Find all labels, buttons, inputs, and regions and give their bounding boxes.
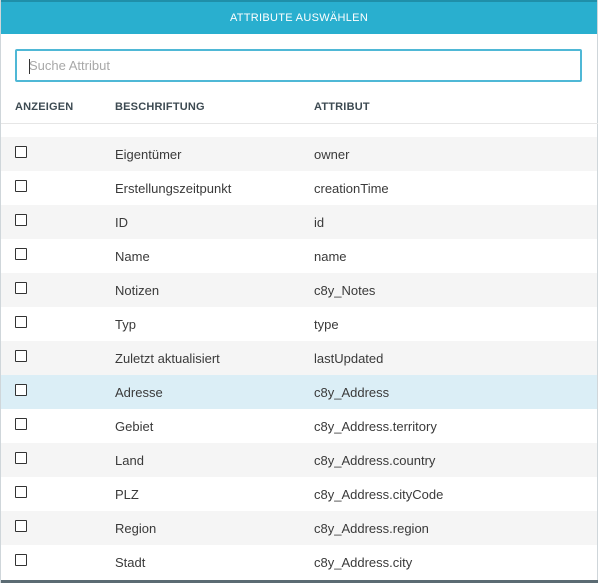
row-label: Land xyxy=(115,453,144,468)
dialog-title: ATTRIBUTE AUSWÄHLEN xyxy=(1,0,597,34)
show-checkbox[interactable] xyxy=(15,180,27,192)
row-attribute: owner xyxy=(314,147,350,162)
row-attribute: creationTime xyxy=(314,181,389,196)
show-checkbox[interactable] xyxy=(15,452,27,464)
table-row[interactable]: Gebiet c8y_Address.territory xyxy=(1,409,597,443)
header-divider xyxy=(1,123,598,124)
row-label: ID xyxy=(115,215,128,230)
table-row[interactable]: Erstellungszeitpunkt creationTime xyxy=(1,171,597,205)
row-attribute: c8y_Address.region xyxy=(314,521,429,536)
table-row[interactable]: Notizen c8y_Notes xyxy=(1,273,597,307)
search-input[interactable] xyxy=(17,51,580,80)
show-checkbox[interactable] xyxy=(15,350,27,362)
row-attribute: id xyxy=(314,215,325,230)
show-checkbox[interactable] xyxy=(15,554,27,566)
table-row[interactable]: Stadt c8y_Address.city xyxy=(1,545,597,579)
select-attributes-dialog: ATTRIBUTE AUSWÄHLEN ANZEIGEN BESCHRIFTUN… xyxy=(0,0,598,583)
row-label: Typ xyxy=(115,317,136,332)
row-attribute: c8y_Address.country xyxy=(314,453,436,468)
table-row[interactable]: Name name xyxy=(1,239,597,273)
row-attribute: c8y_Address.city xyxy=(314,555,413,570)
row-label: Erstellungszeitpunkt xyxy=(115,181,232,196)
table-row[interactable]: Zuletzt aktualisiert lastUpdated xyxy=(1,341,597,375)
row-attribute: lastUpdated xyxy=(314,351,384,366)
table-row[interactable]: PLZ c8y_Address.cityCode xyxy=(1,477,597,511)
show-checkbox[interactable] xyxy=(15,214,27,226)
search-field[interactable] xyxy=(15,49,582,82)
table-row[interactable]: Typ type xyxy=(1,307,597,341)
row-attribute: c8y_Address xyxy=(314,385,390,400)
attribute-list: Eigentümer owner Erstellungszeitpunkt cr… xyxy=(1,137,597,579)
table-row[interactable]: ID id xyxy=(1,205,597,239)
show-checkbox[interactable] xyxy=(15,146,27,158)
row-label: Name xyxy=(115,249,150,264)
table-row[interactable]: Eigentümer owner xyxy=(1,137,597,171)
table-row[interactable]: Land c8y_Address.country xyxy=(1,443,597,477)
show-checkbox[interactable] xyxy=(15,384,27,396)
row-label: PLZ xyxy=(115,487,139,502)
row-label: Zuletzt aktualisiert xyxy=(115,351,220,366)
table-row[interactable]: Adresse c8y_Address xyxy=(1,375,597,409)
show-checkbox[interactable] xyxy=(15,520,27,532)
row-attribute: type xyxy=(314,317,339,332)
row-attribute: name xyxy=(314,249,347,264)
row-label: Stadt xyxy=(115,555,146,570)
row-label: Adresse xyxy=(115,385,163,400)
row-label: Eigentümer xyxy=(115,147,182,162)
text-cursor xyxy=(29,59,30,74)
column-header-label: BESCHRIFTUNG xyxy=(115,101,205,113)
row-label: Region xyxy=(115,521,157,536)
row-attribute: c8y_Address.cityCode xyxy=(314,487,444,502)
show-checkbox[interactable] xyxy=(15,282,27,294)
row-label: Notizen xyxy=(115,283,160,298)
row-label: Gebiet xyxy=(115,419,154,434)
table-row[interactable]: Region c8y_Address.region xyxy=(1,511,597,545)
show-checkbox[interactable] xyxy=(15,486,27,498)
show-checkbox[interactable] xyxy=(15,248,27,260)
row-attribute: c8y_Address.territory xyxy=(314,419,437,434)
column-header-show: ANZEIGEN xyxy=(15,101,74,113)
show-checkbox[interactable] xyxy=(15,316,27,328)
show-checkbox[interactable] xyxy=(15,418,27,430)
row-attribute: c8y_Notes xyxy=(314,283,376,298)
column-header-attribute: ATTRIBUT xyxy=(314,101,370,113)
